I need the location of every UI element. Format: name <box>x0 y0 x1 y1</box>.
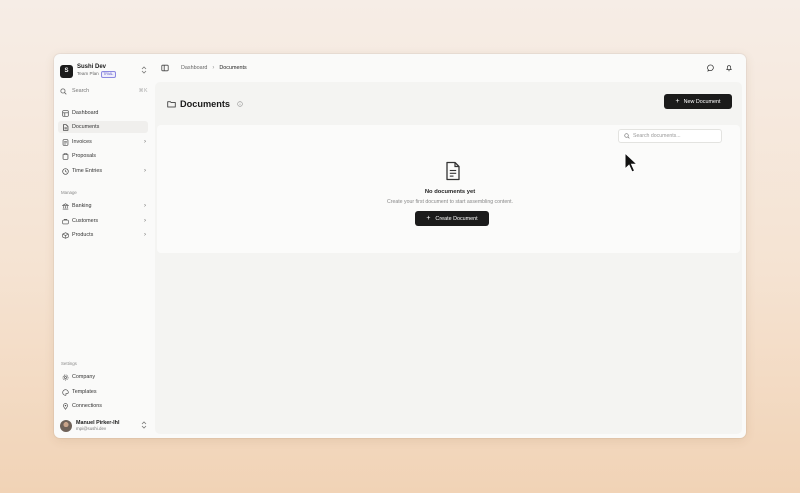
breadcrumb: Dashboard › Documents <box>181 65 247 71</box>
sidebar-item-label: Connections <box>72 403 102 409</box>
search-icon <box>60 87 69 95</box>
sidebar-search[interactable]: Search ⌘K <box>60 85 148 97</box>
sidebar-item-customers[interactable]: Customers › <box>58 215 148 227</box>
sidebar-item-label: Documents <box>72 124 100 130</box>
sidebar-item-time-entries[interactable]: Time Entries › <box>58 165 148 177</box>
bank-icon <box>61 202 69 210</box>
workspace-name: Sushi Dev <box>77 64 107 70</box>
sidebar-search-placeholder: Search <box>72 88 90 94</box>
plus-icon: + <box>675 98 680 105</box>
section-label-manage: Manage <box>61 190 77 195</box>
pin-icon <box>61 402 69 410</box>
document-icon <box>61 123 69 131</box>
workspace-plan-row: Team Plan TRIAL <box>77 71 140 78</box>
sidebar-item-company[interactable]: Company <box>58 371 148 383</box>
documents-card: Search documents... No documents yet Cre… <box>157 125 740 253</box>
app-window: S Sushi Dev Team Plan TRIAL Search ⌘K Da… <box>54 54 746 438</box>
workspace-info: Sushi Dev Team Plan TRIAL <box>77 64 140 78</box>
sidebar-item-label: Products <box>72 232 94 238</box>
sidebar-item-proposals[interactable]: Proposals <box>58 150 148 162</box>
create-document-label: Create Document <box>435 215 478 222</box>
info-icon[interactable] <box>236 101 243 108</box>
chevron-right-icon: › <box>144 218 146 224</box>
chevron-right-icon: › <box>144 168 146 174</box>
new-document-button[interactable]: + New Document <box>664 94 732 109</box>
sidebar-item-label: Invoices <box>72 139 92 145</box>
empty-state-title: No documents yet <box>424 189 476 195</box>
user-menu[interactable]: Manuel Pirker-Ihl mpi@sushi.dev <box>60 418 148 434</box>
chevron-right-icon: › <box>144 232 146 238</box>
chevron-right-icon: › <box>212 65 215 71</box>
document-icon <box>444 161 462 181</box>
sidebar-item-templates[interactable]: Templates <box>58 386 148 398</box>
sidebar-item-label: Company <box>72 374 96 380</box>
invoice-icon <box>61 138 69 146</box>
sidebar: S Sushi Dev Team Plan TRIAL Search ⌘K Da… <box>54 54 151 438</box>
search-icon <box>624 133 630 139</box>
plus-icon: + <box>426 215 431 222</box>
sidebar-item-label: Banking <box>72 203 92 209</box>
sidebar-item-label: Proposals <box>72 153 96 159</box>
documents-search-input[interactable]: Search documents... <box>618 129 722 143</box>
empty-state-subtitle: Create your first document to start asse… <box>387 199 513 205</box>
bell-icon[interactable] <box>724 63 733 72</box>
documents-search-placeholder: Search documents... <box>633 133 681 139</box>
customers-icon <box>61 217 69 225</box>
breadcrumb-current: Documents <box>219 65 247 71</box>
sidebar-item-label: Time Entries <box>72 168 103 174</box>
workspace-switcher[interactable]: S Sushi Dev Team Plan TRIAL <box>60 60 148 82</box>
user-email: mpi@sushi.dev <box>76 426 107 431</box>
sidebar-item-label: Dashboard <box>72 110 99 116</box>
search-shortcut: ⌘K <box>138 88 148 94</box>
chevron-right-icon: › <box>144 139 146 145</box>
section-label-settings: Settings <box>61 361 77 366</box>
palette-icon <box>61 388 69 396</box>
sidebar-item-documents[interactable]: Documents <box>58 121 148 133</box>
sidebar-item-dashboard[interactable]: Dashboard <box>58 107 148 119</box>
new-document-label: New Document <box>683 98 721 105</box>
avatar <box>60 420 72 432</box>
mouse-cursor-icon <box>624 152 638 173</box>
page-title-row: Documents <box>167 95 243 113</box>
sidebar-item-label: Customers <box>72 218 99 224</box>
box-icon <box>61 231 69 239</box>
sidebar-item-invoices[interactable]: Invoices › <box>58 136 148 148</box>
breadcrumb-dashboard[interactable]: Dashboard <box>181 65 207 71</box>
sidebar-item-banking[interactable]: Banking › <box>58 200 148 212</box>
page-title: Documents <box>180 99 231 109</box>
gear-icon <box>61 373 69 381</box>
chat-icon[interactable] <box>706 63 715 72</box>
folder-icon <box>167 95 176 113</box>
user-info: Manuel Pirker-Ihl mpi@sushi.dev <box>76 420 140 432</box>
sidebar-toggle-icon[interactable] <box>160 63 169 72</box>
sidebar-item-label: Templates <box>72 389 97 395</box>
trial-badge: TRIAL <box>100 71 116 78</box>
sidebar-item-connections[interactable]: Connections <box>58 400 148 412</box>
clock-icon <box>61 167 69 175</box>
create-document-button[interactable]: + Create Document <box>415 211 489 226</box>
workspace-logo: S <box>60 64 73 78</box>
sidebar-item-products[interactable]: Products › <box>58 229 148 241</box>
top-bar: Dashboard › Documents <box>151 54 746 82</box>
chevron-up-down-icon <box>140 66 148 76</box>
grid-icon <box>61 109 69 117</box>
chevron-right-icon: › <box>144 203 146 209</box>
workspace-plan: Team Plan <box>77 71 99 77</box>
main-panel: Documents + New Document Search document… <box>155 82 742 434</box>
chevron-up-down-icon <box>140 421 148 431</box>
proposal-icon <box>61 152 69 160</box>
